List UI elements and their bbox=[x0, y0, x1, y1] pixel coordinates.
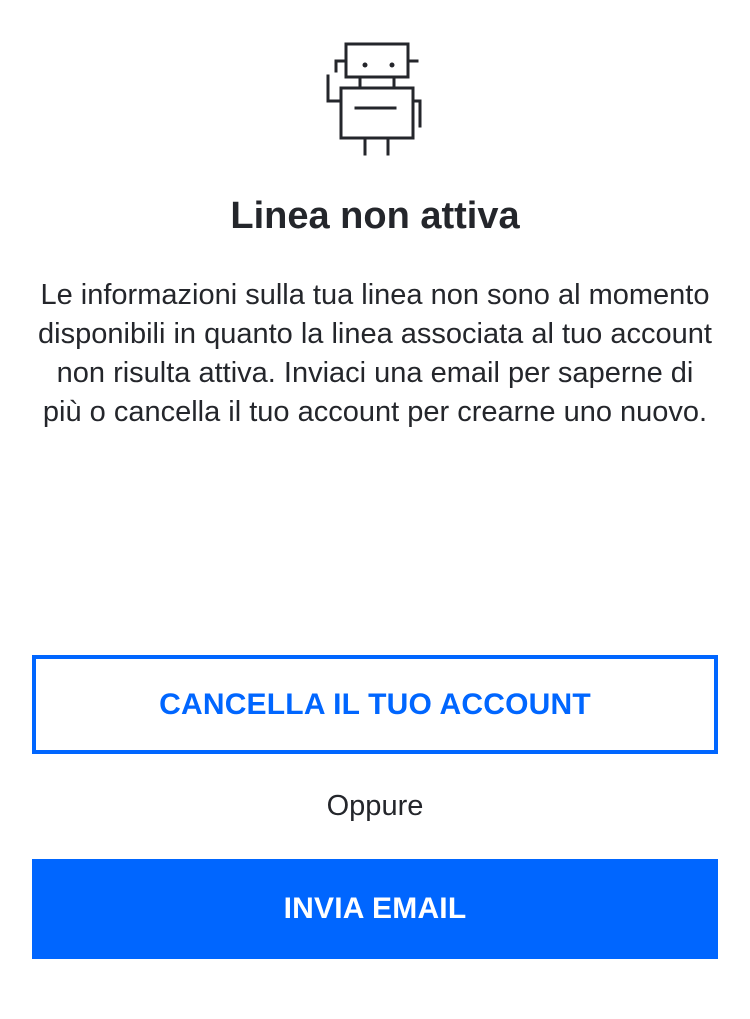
delete-account-button[interactable]: CANCELLA IL TUO ACCOUNT bbox=[32, 655, 718, 754]
robot-icon bbox=[326, 42, 422, 156]
page-title: Linea non attiva bbox=[230, 195, 520, 237]
description-text: Le informazioni sulla tua linea non sono… bbox=[38, 279, 712, 428]
send-email-button[interactable]: INVIA EMAIL bbox=[32, 859, 718, 959]
or-separator: Oppure bbox=[326, 790, 424, 822]
